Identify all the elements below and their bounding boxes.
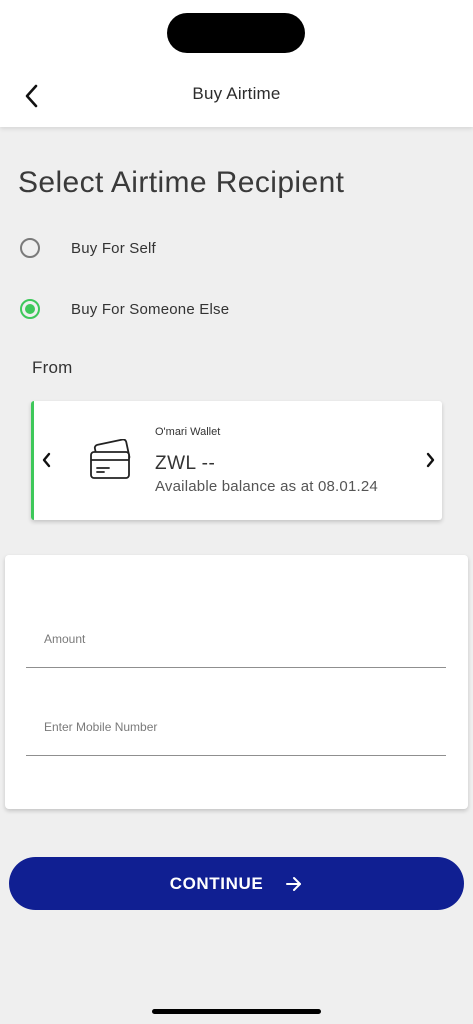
- chevron-right-icon: [426, 452, 435, 468]
- radio-dot: [25, 304, 35, 314]
- wallet-amount: ZWL --: [155, 453, 216, 474]
- amount-input[interactable]: [26, 610, 446, 667]
- credit-card-icon: [87, 438, 133, 481]
- wallet-card[interactable]: O'mari Wallet ZWL -- Available balance a…: [31, 401, 442, 520]
- app-header: Buy Airtime: [0, 0, 473, 127]
- mobile-number-field[interactable]: [26, 698, 446, 756]
- dynamic-island: [167, 13, 305, 53]
- airtime-form-card: [5, 555, 468, 809]
- from-label: From: [32, 358, 73, 377]
- mobile-number-input[interactable]: [26, 698, 446, 755]
- continue-label: CONTINUE: [169, 873, 264, 893]
- radio-label: Buy For Someone Else: [71, 300, 230, 318]
- arrow-right-icon: [285, 876, 303, 892]
- radio-button-selected[interactable]: [20, 299, 40, 319]
- next-wallet-button[interactable]: [423, 451, 437, 469]
- wallet-name: O'mari Wallet: [155, 426, 221, 438]
- chevron-left-icon: [42, 452, 51, 468]
- radio-buy-for-self[interactable]: Buy For Self: [20, 236, 156, 260]
- radio-button[interactable]: [20, 238, 40, 258]
- section-title: Select Airtime Recipient: [18, 166, 345, 199]
- continue-button[interactable]: CONTINUE: [9, 857, 464, 910]
- radio-buy-for-someone-else[interactable]: Buy For Someone Else: [20, 297, 229, 321]
- page-title: Buy Airtime: [192, 84, 281, 103]
- amount-field[interactable]: [26, 610, 446, 668]
- wallet-balance-text: Available balance as at 08.01.24: [155, 478, 378, 495]
- buy-airtime-screen: Buy Airtime Select Airtime Recipient Buy…: [0, 0, 473, 1024]
- previous-wallet-button[interactable]: [40, 451, 54, 469]
- radio-label: Buy For Self: [71, 239, 156, 257]
- home-indicator: [152, 1009, 321, 1014]
